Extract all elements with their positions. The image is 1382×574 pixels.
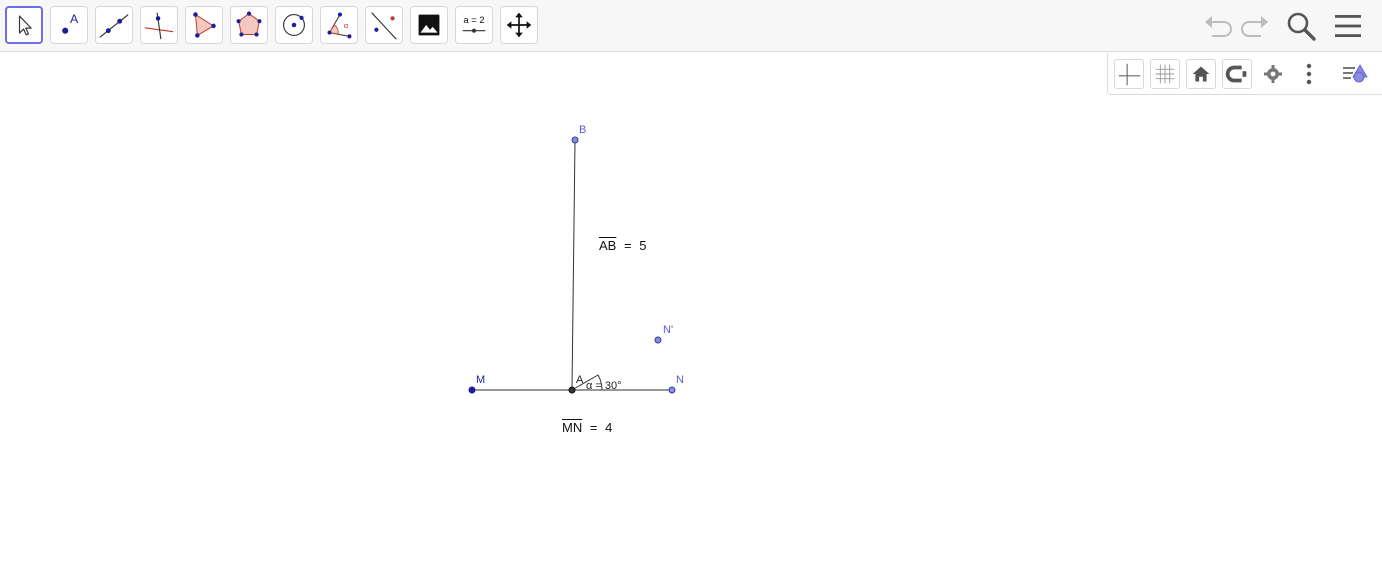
- angle-icon: α: [327, 12, 352, 39]
- point-label-m: M: [476, 374, 486, 386]
- undo-button[interactable]: [1198, 6, 1238, 46]
- equals-sign: =: [623, 238, 632, 253]
- reflect-line-icon: [371, 12, 397, 40]
- redo-icon: [1241, 16, 1268, 37]
- angle-tool-glyph: α: [344, 21, 349, 30]
- line-tool-button[interactable]: [95, 6, 133, 44]
- segment-name-mn: MN: [562, 420, 583, 435]
- regular-polygon-tool-button[interactable]: [230, 6, 268, 44]
- equals-sign: =: [589, 420, 598, 435]
- slider-tool-glyph: a = 2: [463, 15, 484, 26]
- redo-button[interactable]: [1235, 6, 1275, 46]
- point-label-a: A: [576, 374, 584, 386]
- length-value-mn: 4: [605, 420, 613, 435]
- main-menu-button[interactable]: [1328, 6, 1368, 46]
- image-icon: [418, 14, 440, 36]
- move-cursor-icon: [18, 15, 32, 36]
- point-n-prime[interactable]: [654, 336, 662, 344]
- search-button[interactable]: [1281, 6, 1321, 46]
- menu-icon: [1335, 15, 1361, 37]
- move-graphics-view-icon: [506, 12, 532, 38]
- slider-tool-button[interactable]: a = 2: [455, 6, 493, 44]
- angle-tool-button[interactable]: α: [320, 6, 358, 44]
- point-a[interactable]: [568, 386, 576, 394]
- move-tool-button[interactable]: [5, 6, 43, 44]
- undo-icon: [1205, 16, 1232, 37]
- construction-drawing: [468, 136, 676, 394]
- polygon-tool-button[interactable]: [185, 6, 223, 44]
- regular-polygon-icon: [236, 11, 262, 37]
- measurement-mn[interactable]: MN = 4: [562, 420, 612, 435]
- point-label-n: N: [676, 374, 684, 386]
- measurement-ab[interactable]: AB = 5: [599, 238, 646, 253]
- toolbar: A α a = 2: [0, 0, 1382, 52]
- point-tool-glyph: A: [70, 12, 79, 26]
- point-tool-button[interactable]: A: [50, 6, 88, 44]
- slider-icon: a = 2: [462, 15, 486, 33]
- point-n[interactable]: [668, 386, 676, 394]
- perpendicular-line-tool-button[interactable]: [140, 6, 178, 44]
- point-label-b: B: [579, 124, 587, 136]
- search-icon: [1287, 12, 1316, 41]
- move-graphics-tool-button[interactable]: [500, 6, 538, 44]
- graphics-view[interactable]: B N' N M A α = 30° AB = 5 MN = 4: [0, 53, 1382, 574]
- length-value-ab: 5: [639, 238, 647, 253]
- point-m[interactable]: [468, 386, 476, 394]
- image-tool-button[interactable]: [410, 6, 448, 44]
- circle-center-point-icon: [283, 14, 305, 36]
- reflect-tool-button[interactable]: [365, 6, 403, 44]
- polygon-icon: [193, 12, 216, 38]
- point-b[interactable]: [571, 136, 579, 144]
- point-icon: A: [62, 12, 79, 34]
- line-icon: [99, 14, 129, 38]
- perpendicular-line-icon: [144, 12, 174, 40]
- segment-ab[interactable]: [571, 139, 576, 391]
- circle-tool-button[interactable]: [275, 6, 313, 44]
- angle-label: α = 30°: [586, 380, 622, 392]
- segment-name-ab: AB: [599, 238, 617, 253]
- point-label-n-prime: N': [663, 324, 674, 336]
